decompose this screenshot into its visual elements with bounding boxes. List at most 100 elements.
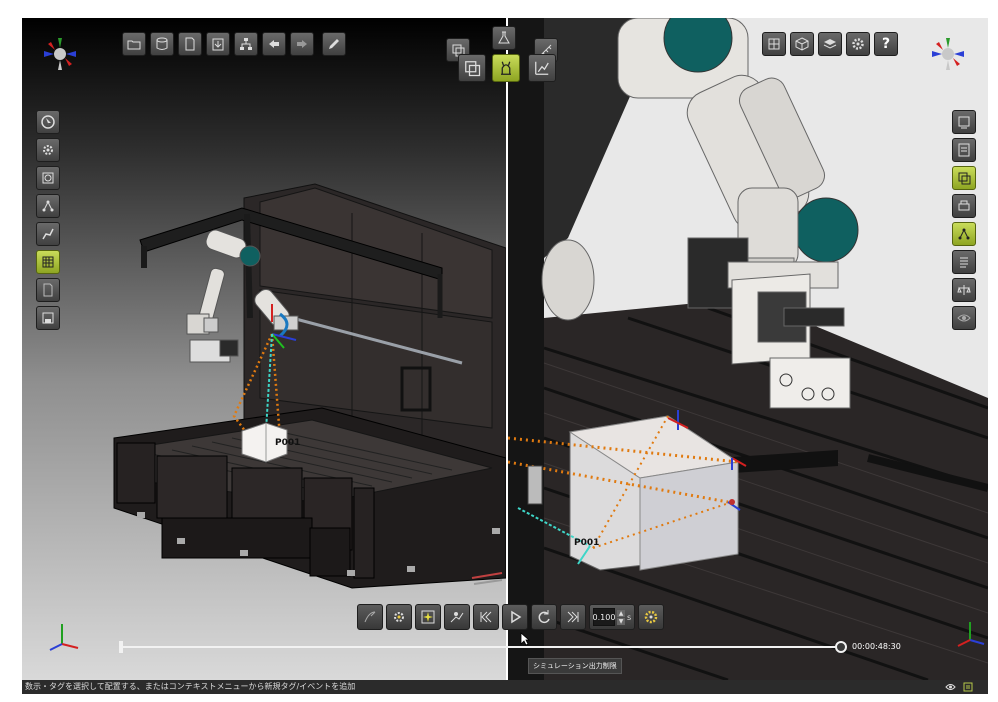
grid-table-button[interactable] [36, 250, 60, 274]
layers-button[interactable] [818, 32, 842, 56]
edit-button[interactable] [322, 32, 346, 56]
hierarchy-icon [240, 38, 252, 50]
report-icon [958, 143, 970, 157]
grid-table-icon [42, 256, 54, 268]
pencil-icon [329, 39, 339, 49]
cube-view-button[interactable] [790, 32, 814, 56]
database-icon [156, 37, 168, 50]
layout-grid-button[interactable] [762, 32, 786, 56]
layers-icon [823, 39, 837, 49]
target-icon [42, 172, 54, 184]
tag-label-p001-right[interactable]: P001 [574, 538, 599, 548]
step-size-input[interactable]: 0.100 [593, 608, 615, 626]
new-document-button[interactable] [178, 32, 202, 56]
chevron-down-icon[interactable]: ▼ [617, 617, 625, 625]
robot-path-icon [42, 228, 54, 240]
import-button[interactable] [206, 32, 230, 56]
tag-points-button[interactable] [36, 194, 60, 218]
chart-mode-button[interactable] [528, 54, 556, 82]
application-window: P001 P001 ? 0.100 ▲ ▼ s 00:00:48:30 シミュレ… [22, 18, 988, 694]
collision-button[interactable] [415, 604, 441, 630]
step-size-control: 0.100 ▲ ▼ s [589, 604, 636, 630]
display-button[interactable] [952, 110, 976, 134]
timeline-slider[interactable] [121, 646, 841, 648]
redo-button[interactable] [290, 32, 314, 56]
copy-square-mode-button[interactable] [458, 54, 486, 82]
robot-target-button[interactable] [386, 604, 412, 630]
copy-layers-button[interactable] [952, 166, 976, 190]
simulation-settings-button[interactable] [638, 604, 665, 630]
flask-icon [498, 31, 510, 44]
document-button[interactable] [36, 278, 60, 302]
flask-mode-button[interactable] [492, 26, 516, 50]
time-readout: 00:00:48:30 [852, 642, 901, 651]
undo-button[interactable] [262, 32, 286, 56]
step-spinner[interactable]: ▲ ▼ [617, 609, 625, 625]
skip-back-button[interactable] [473, 604, 499, 630]
select-arrow-button[interactable] [36, 110, 60, 134]
robot-target-icon [394, 612, 404, 622]
list-icon [960, 257, 968, 268]
skip-forward-icon [567, 611, 579, 623]
tag-points-right-button[interactable] [952, 222, 976, 246]
save-button[interactable] [36, 306, 60, 330]
select-arrow-icon [41, 115, 55, 129]
help-label: ? [881, 36, 891, 52]
left-3d-scene [49, 183, 506, 651]
eye-icon[interactable] [944, 681, 956, 693]
copy-layers-icon [958, 172, 971, 185]
loop-button[interactable] [531, 604, 557, 630]
tag-label-p001-left[interactable]: P001 [275, 438, 300, 448]
viewport-right[interactable]: P001 ? [508, 18, 988, 680]
viewport-left[interactable]: P001 [22, 18, 506, 680]
robot-settings-button[interactable] [36, 138, 60, 162]
panel-icon[interactable] [962, 681, 974, 693]
visibility-icon [957, 314, 971, 322]
step-unit: s [627, 612, 632, 622]
skip-back-icon [480, 611, 492, 623]
status-message: 数示・タグを選択して配置する、またはコンテキストメニューから新規タグ/イベントを… [25, 682, 356, 691]
skip-forward-button[interactable] [560, 604, 586, 630]
help-button[interactable]: ? [874, 32, 898, 56]
print-icon [958, 200, 970, 211]
play-button[interactable] [502, 604, 528, 630]
arrow-left-icon [269, 40, 279, 48]
balance-button[interactable] [952, 278, 976, 302]
orientation-gizmo-icon[interactable] [42, 36, 78, 72]
list-button[interactable] [952, 250, 976, 274]
pen-tool-icon [364, 611, 376, 623]
open-folder-icon [127, 40, 141, 50]
arrow-right-icon [297, 40, 307, 48]
tag-points-icon [42, 200, 54, 212]
path-step-icon [450, 612, 464, 623]
gear-icon [852, 38, 864, 50]
loop-icon [538, 610, 550, 624]
document-icon [43, 283, 53, 297]
orientation-gizmo-icon[interactable] [930, 36, 966, 72]
hierarchy-button[interactable] [234, 32, 258, 56]
chart-icon [535, 61, 549, 75]
print-button[interactable] [952, 194, 976, 218]
gear-icon [644, 610, 658, 624]
database-button[interactable] [150, 32, 174, 56]
report-button[interactable] [952, 138, 976, 162]
cube-view-icon [795, 37, 809, 51]
simulation-mode-icon [501, 61, 511, 75]
target-button[interactable] [36, 166, 60, 190]
right-3d-scene [508, 18, 988, 680]
simulation-mode-button[interactable] [492, 54, 520, 82]
visibility-button[interactable] [952, 306, 976, 330]
robot-path-button[interactable] [36, 222, 60, 246]
timeline-handle[interactable] [835, 641, 847, 653]
path-step-button[interactable] [444, 604, 470, 630]
robot-settings-icon [43, 145, 53, 155]
pen-tool-button[interactable] [357, 604, 383, 630]
settings-button[interactable] [846, 32, 870, 56]
status-bar: 数示・タグを選択して配置する、またはコンテキストメニューから新規タグ/イベントを… [22, 680, 988, 694]
layout-grid-icon [768, 38, 780, 50]
play-icon [511, 610, 522, 624]
chevron-up-icon[interactable]: ▲ [617, 609, 625, 617]
simulation-toolbar: 0.100 ▲ ▼ s [357, 604, 665, 634]
open-folder-button[interactable] [122, 32, 146, 56]
balance-icon [957, 285, 971, 295]
